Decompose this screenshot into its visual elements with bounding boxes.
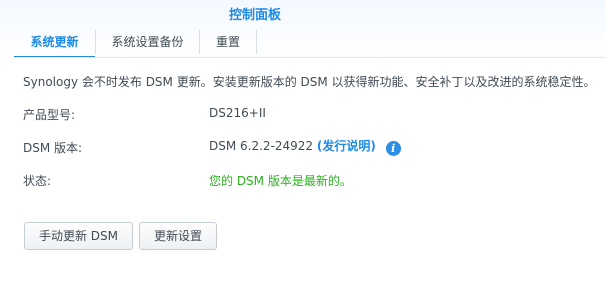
manual-update-button[interactable]: 手动更新 DSM <box>24 222 133 250</box>
release-notes-close: ) <box>370 139 376 153</box>
update-settings-button[interactable]: 更新设置 <box>139 222 217 250</box>
model-value: DS216+II <box>209 106 266 120</box>
info-icon[interactable]: i <box>385 141 401 156</box>
version-row: DSM 6.2.2-24922 (发行说明) i <box>209 137 401 156</box>
tab-system-backup[interactable]: 系统设置备份 <box>96 30 199 58</box>
status-label: 状态: <box>23 174 52 188</box>
model-label: 产品型号: <box>23 108 76 122</box>
version-label: DSM 版本: <box>23 141 83 155</box>
tab-reset[interactable]: 重置 <box>200 30 256 58</box>
version-value: DSM 6.2.2-24922 <box>209 139 314 153</box>
release-notes-link[interactable]: 发行说明 <box>322 139 370 153</box>
app-title: 控制面板 <box>229 8 282 23</box>
update-description: Synology 会不时发布 DSM 更新。安装更新版本的 DSM 以获得新功能… <box>23 75 596 89</box>
status-value: 您的 DSM 版本是最新的。 <box>209 174 352 188</box>
tab-divider <box>256 30 257 54</box>
tab-system-update[interactable]: 系统更新 <box>14 30 95 58</box>
tab-bar: 系统更新 系统设置备份 重置 <box>14 30 257 58</box>
tab-underline <box>14 57 605 58</box>
